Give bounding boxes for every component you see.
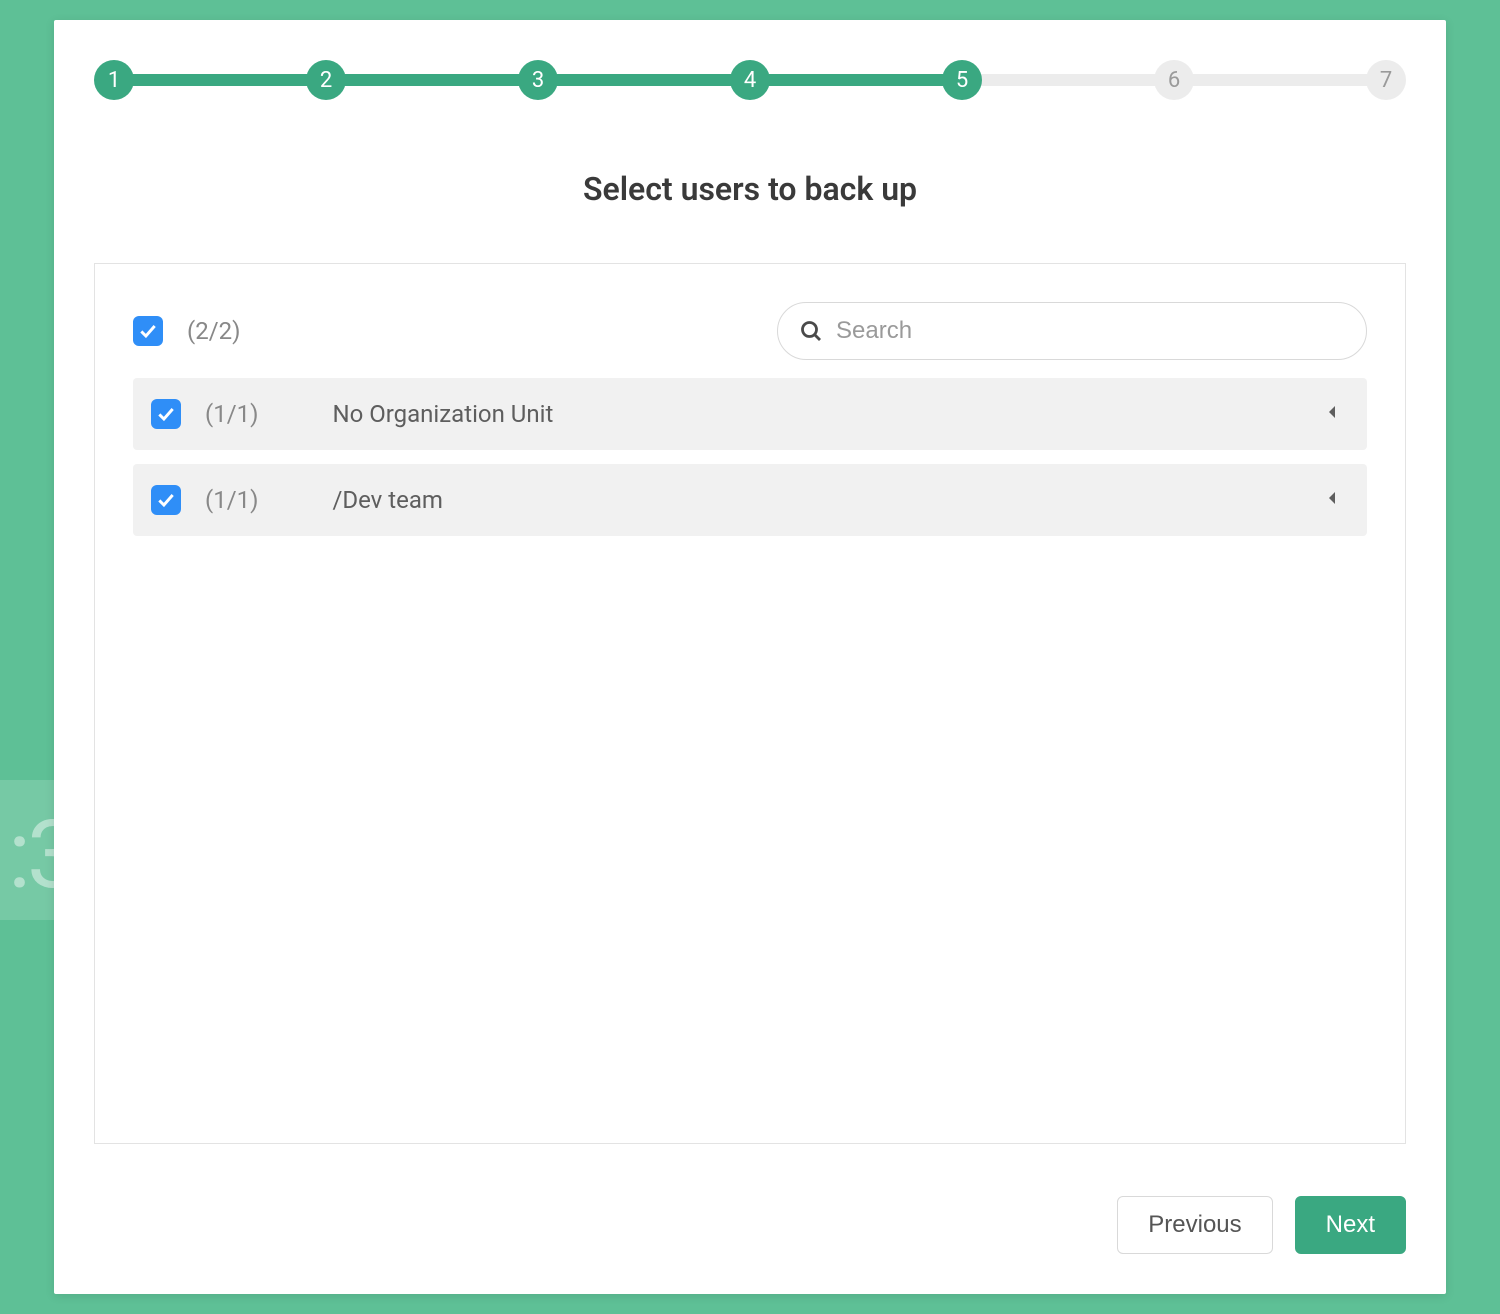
step-1[interactable]: 1	[94, 60, 134, 100]
previous-button[interactable]: Previous	[1117, 1196, 1272, 1254]
unit-name: No Organization Unit	[332, 400, 553, 428]
search-input[interactable]	[777, 302, 1367, 360]
expand-caret-icon[interactable]	[1327, 490, 1339, 510]
org-unit-row[interactable]: (1/1) /Dev team	[133, 464, 1367, 536]
org-unit-row[interactable]: (1/1) No Organization Unit	[133, 378, 1367, 450]
next-button[interactable]: Next	[1295, 1196, 1406, 1254]
unit-name: /Dev team	[332, 486, 442, 514]
check-icon	[156, 404, 176, 424]
step-5[interactable]: 5	[942, 60, 982, 100]
check-icon	[156, 490, 176, 510]
unit-checkbox[interactable]	[151, 399, 181, 429]
step-3[interactable]: 3	[518, 60, 558, 100]
wizard-footer: Previous Next	[94, 1196, 1406, 1254]
search-icon	[799, 319, 823, 343]
unit-checkbox[interactable]	[151, 485, 181, 515]
unit-count: (1/1)	[205, 400, 258, 428]
page-title: Select users to back up	[94, 170, 1406, 208]
step-progress: 1 2 3 4 5 6 7	[94, 60, 1406, 100]
stepper-steps: 1 2 3 4 5 6 7	[94, 60, 1406, 100]
step-2[interactable]: 2	[306, 60, 346, 100]
step-6: 6	[1154, 60, 1194, 100]
step-7: 7	[1366, 60, 1406, 100]
select-all-checkbox[interactable]	[133, 316, 163, 346]
expand-caret-icon[interactable]	[1327, 404, 1339, 424]
step-4[interactable]: 4	[730, 60, 770, 100]
wizard-panel: 1 2 3 4 5 6 7 Select users to back up (2…	[54, 20, 1446, 1294]
check-icon	[138, 321, 158, 341]
selection-header: (2/2)	[133, 302, 1367, 360]
user-selection-box: (2/2) (1/1) No Organiza	[94, 263, 1406, 1144]
selected-count: (2/2)	[187, 317, 240, 345]
unit-count: (1/1)	[205, 486, 258, 514]
org-unit-list: (1/1) No Organization Unit (1/1) /Dev te…	[133, 378, 1367, 536]
